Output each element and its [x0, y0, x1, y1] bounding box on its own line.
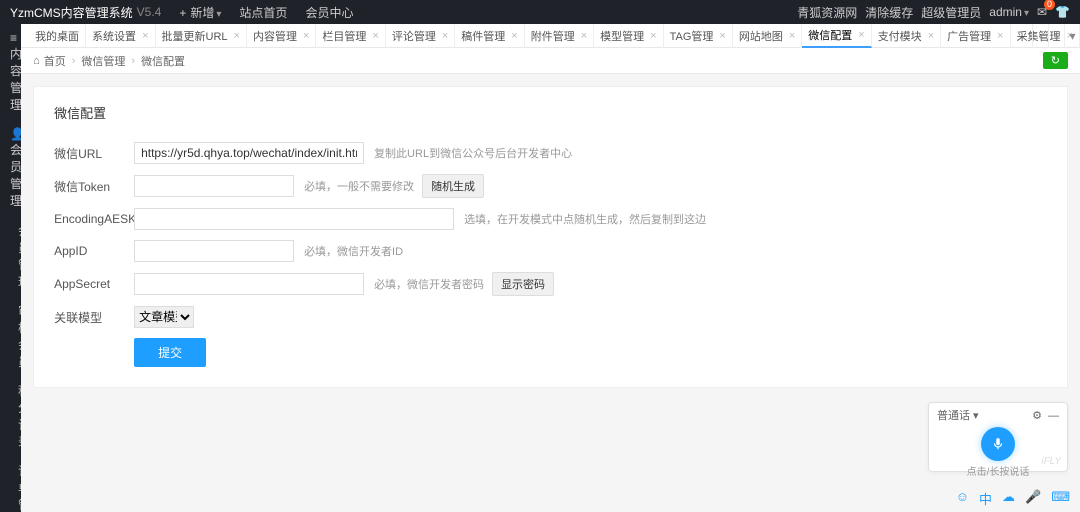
- sidebar: ≡ 内容管理˅👤 会员管理˄会员管理审核会员积分记录订单管理消息管理群发消息会员…: [0, 24, 21, 512]
- tab-close-icon[interactable]: ×: [442, 30, 448, 42]
- tab-close-icon[interactable]: ×: [928, 30, 934, 42]
- top-user[interactable]: admin▾: [989, 5, 1029, 19]
- secret-label: AppSecret: [54, 277, 134, 291]
- tab-menu[interactable]: ▾: [1064, 24, 1080, 48]
- show-password-button[interactable]: 显示密码: [492, 272, 554, 296]
- form-panel: 微信配置 微信URL 复制此URL到微信公众号后台开发者中心 微信Token 必…: [33, 86, 1068, 388]
- tab-close-icon[interactable]: ×: [581, 30, 587, 42]
- bi-mic-icon[interactable]: 🎤: [1025, 489, 1041, 508]
- tab[interactable]: 模型管理×: [594, 24, 663, 48]
- appid-input[interactable]: [134, 240, 294, 262]
- bi-cn-icon[interactable]: 中: [979, 489, 992, 508]
- bi-cloud-icon[interactable]: ☁: [1002, 489, 1015, 508]
- appid-label: AppID: [54, 244, 134, 258]
- tab-close-icon[interactable]: ×: [719, 30, 725, 42]
- top-add[interactable]: 新增▾: [179, 4, 221, 21]
- model-select[interactable]: 文章模型: [134, 306, 194, 328]
- voice-widget: 普通话 ▾ ⚙— 点击/长按说话 iFLY: [928, 402, 1068, 472]
- url-hint: 复制此URL到微信公众号后台开发者中心: [374, 145, 572, 161]
- sidebar-item[interactable]: 会员管理: [0, 216, 21, 296]
- bi-face-icon[interactable]: ☺: [956, 489, 969, 508]
- tab[interactable]: 评论管理×: [386, 24, 455, 48]
- tab[interactable]: 微信配置×: [802, 24, 871, 48]
- sidebar-item[interactable]: 订单管理: [0, 456, 21, 512]
- breadcrumb: ⌂ 首页 › 微信管理 › 微信配置 ↻: [21, 48, 1080, 74]
- tab[interactable]: 系统设置×: [86, 24, 155, 48]
- voice-settings-icon[interactable]: ⚙: [1032, 410, 1042, 422]
- top-site-home[interactable]: 站点首页: [239, 4, 287, 21]
- tab-next[interactable]: ›: [1048, 24, 1064, 48]
- voice-lang[interactable]: 普通话 ▾: [937, 407, 979, 423]
- voice-minimize-icon[interactable]: —: [1048, 410, 1059, 422]
- secret-input[interactable]: [134, 273, 364, 295]
- bottom-toolbar: ☺ 中 ☁ 🎤 ⌨: [956, 489, 1070, 508]
- tab-close-icon[interactable]: ×: [858, 29, 864, 41]
- tab[interactable]: 附件管理×: [525, 24, 594, 48]
- tab-close-icon[interactable]: ×: [234, 30, 240, 42]
- token-generate-button[interactable]: 随机生成: [422, 174, 484, 198]
- tab-close-icon[interactable]: ×: [142, 30, 148, 42]
- model-label: 关联模型: [54, 309, 134, 326]
- tab[interactable]: 栏目管理×: [316, 24, 385, 48]
- tab-close-icon[interactable]: ×: [650, 30, 656, 42]
- tab[interactable]: 支付模块×: [872, 24, 941, 48]
- tab[interactable]: 广告管理×: [941, 24, 1010, 48]
- token-input[interactable]: [134, 175, 294, 197]
- voice-watermark: iFLY: [1041, 456, 1061, 467]
- submit-button[interactable]: 提交: [134, 338, 206, 367]
- tab-close-icon[interactable]: ×: [372, 30, 378, 42]
- url-input[interactable]: [134, 142, 364, 164]
- user-icon[interactable]: 👕: [1055, 5, 1070, 19]
- sidebar-item[interactable]: 审核会员: [0, 296, 21, 376]
- bc-home[interactable]: 首页: [44, 53, 66, 69]
- brand-version: V5.4: [137, 5, 162, 19]
- mic-button[interactable]: [981, 427, 1015, 461]
- top-clear-cache[interactable]: 清除缓存: [865, 4, 913, 21]
- tab-bar: 我的桌面系统设置×批量更新URL×内容管理×栏目管理×评论管理×稿件管理×附件管…: [21, 24, 1080, 48]
- brand-name: YzmCMS内容管理系统: [10, 4, 133, 21]
- refresh-button[interactable]: ↻: [1043, 52, 1068, 69]
- tab-close-icon[interactable]: ×: [997, 30, 1003, 42]
- bi-kb-icon[interactable]: ⌨: [1051, 489, 1070, 508]
- top-member-center[interactable]: 会员中心: [305, 4, 353, 21]
- token-label: 微信Token: [54, 178, 134, 195]
- bc-p1[interactable]: 微信管理: [81, 53, 125, 69]
- mail-badge: 0: [1044, 0, 1055, 10]
- top-source[interactable]: 青狐资源网: [797, 4, 857, 21]
- aes-hint: 选填，在开发模式中点随机生成，然后复制到这边: [464, 211, 706, 227]
- appid-hint: 必填，微信开发者ID: [304, 243, 403, 259]
- tab[interactable]: 我的桌面: [29, 24, 86, 48]
- home-icon[interactable]: ⌂: [33, 55, 40, 67]
- tab[interactable]: 网站地图×: [733, 24, 802, 48]
- bc-p2: 微信配置: [141, 53, 185, 69]
- sidebar-item[interactable]: 积分记录: [0, 376, 21, 456]
- tab-controls: ‹ › ▾: [1032, 24, 1080, 48]
- panel-title: 微信配置: [54, 97, 1047, 132]
- tab[interactable]: 批量更新URL×: [156, 24, 247, 48]
- tab[interactable]: 内容管理×: [247, 24, 316, 48]
- main-area: 我的桌面系统设置×批量更新URL×内容管理×栏目管理×评论管理×稿件管理×附件管…: [21, 24, 1080, 512]
- aes-input[interactable]: [134, 208, 454, 230]
- top-bar: YzmCMS内容管理系统 V5.4 新增▾ 站点首页 会员中心 青狐资源网 清除…: [0, 0, 1080, 24]
- aes-label: EncodingAESKey: [54, 212, 134, 226]
- mic-icon: [991, 437, 1005, 451]
- tab[interactable]: 稿件管理×: [455, 24, 524, 48]
- tab-close-icon[interactable]: ×: [511, 30, 517, 42]
- tab[interactable]: TAG管理×: [664, 24, 733, 48]
- tab-close-icon[interactable]: ×: [303, 30, 309, 42]
- sidebar-group[interactable]: 👤 会员管理˄: [0, 120, 21, 216]
- url-label: 微信URL: [54, 145, 134, 162]
- tab-prev[interactable]: ‹: [1032, 24, 1048, 48]
- top-role: 超级管理员: [921, 4, 981, 21]
- tab-close-icon[interactable]: ×: [789, 30, 795, 42]
- secret-hint: 必填，微信开发者密码: [374, 276, 484, 292]
- sidebar-group[interactable]: ≡ 内容管理˅: [0, 24, 21, 120]
- mail-icon[interactable]: ✉0: [1037, 5, 1047, 19]
- token-hint: 必填，一般不需要修改: [304, 178, 414, 194]
